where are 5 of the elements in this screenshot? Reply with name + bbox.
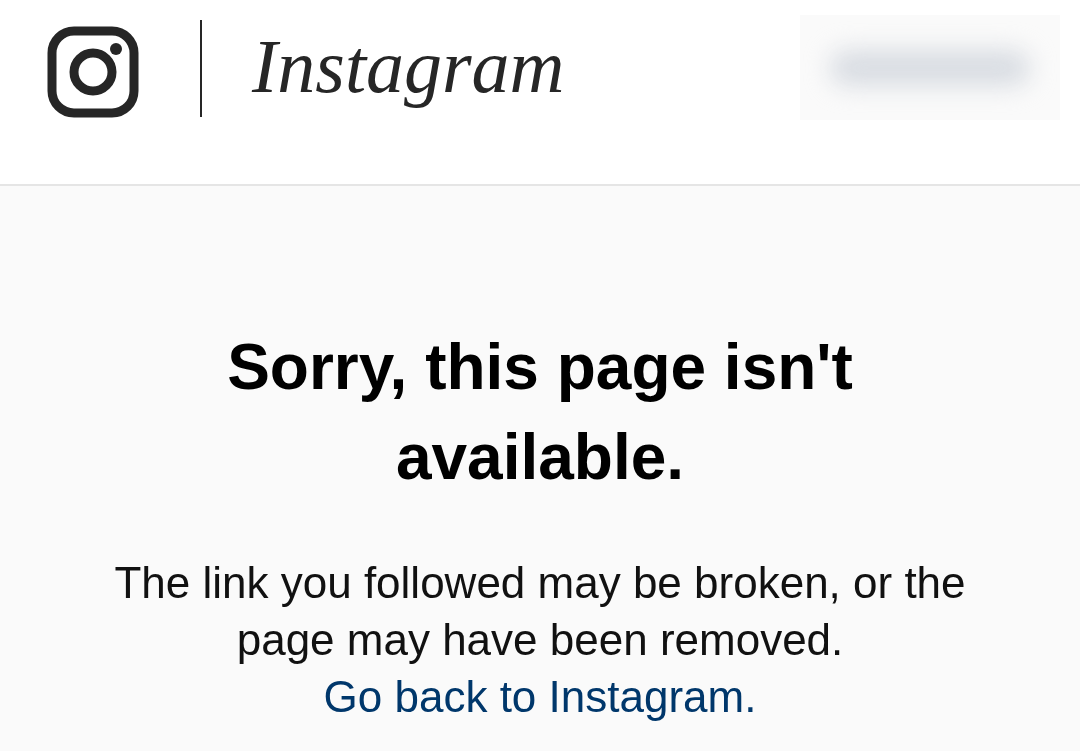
camera-icon[interactable]: [47, 26, 139, 118]
back-link[interactable]: Go back to Instagram.: [323, 672, 757, 721]
error-title: Sorry, this page isn't available.: [226, 330, 854, 495]
instagram-wordmark[interactable]: Instagram: [252, 18, 565, 114]
error-message: The link you followed may be broken, or the page may have been removed. Go back to Instagram.: [113, 557, 967, 723]
